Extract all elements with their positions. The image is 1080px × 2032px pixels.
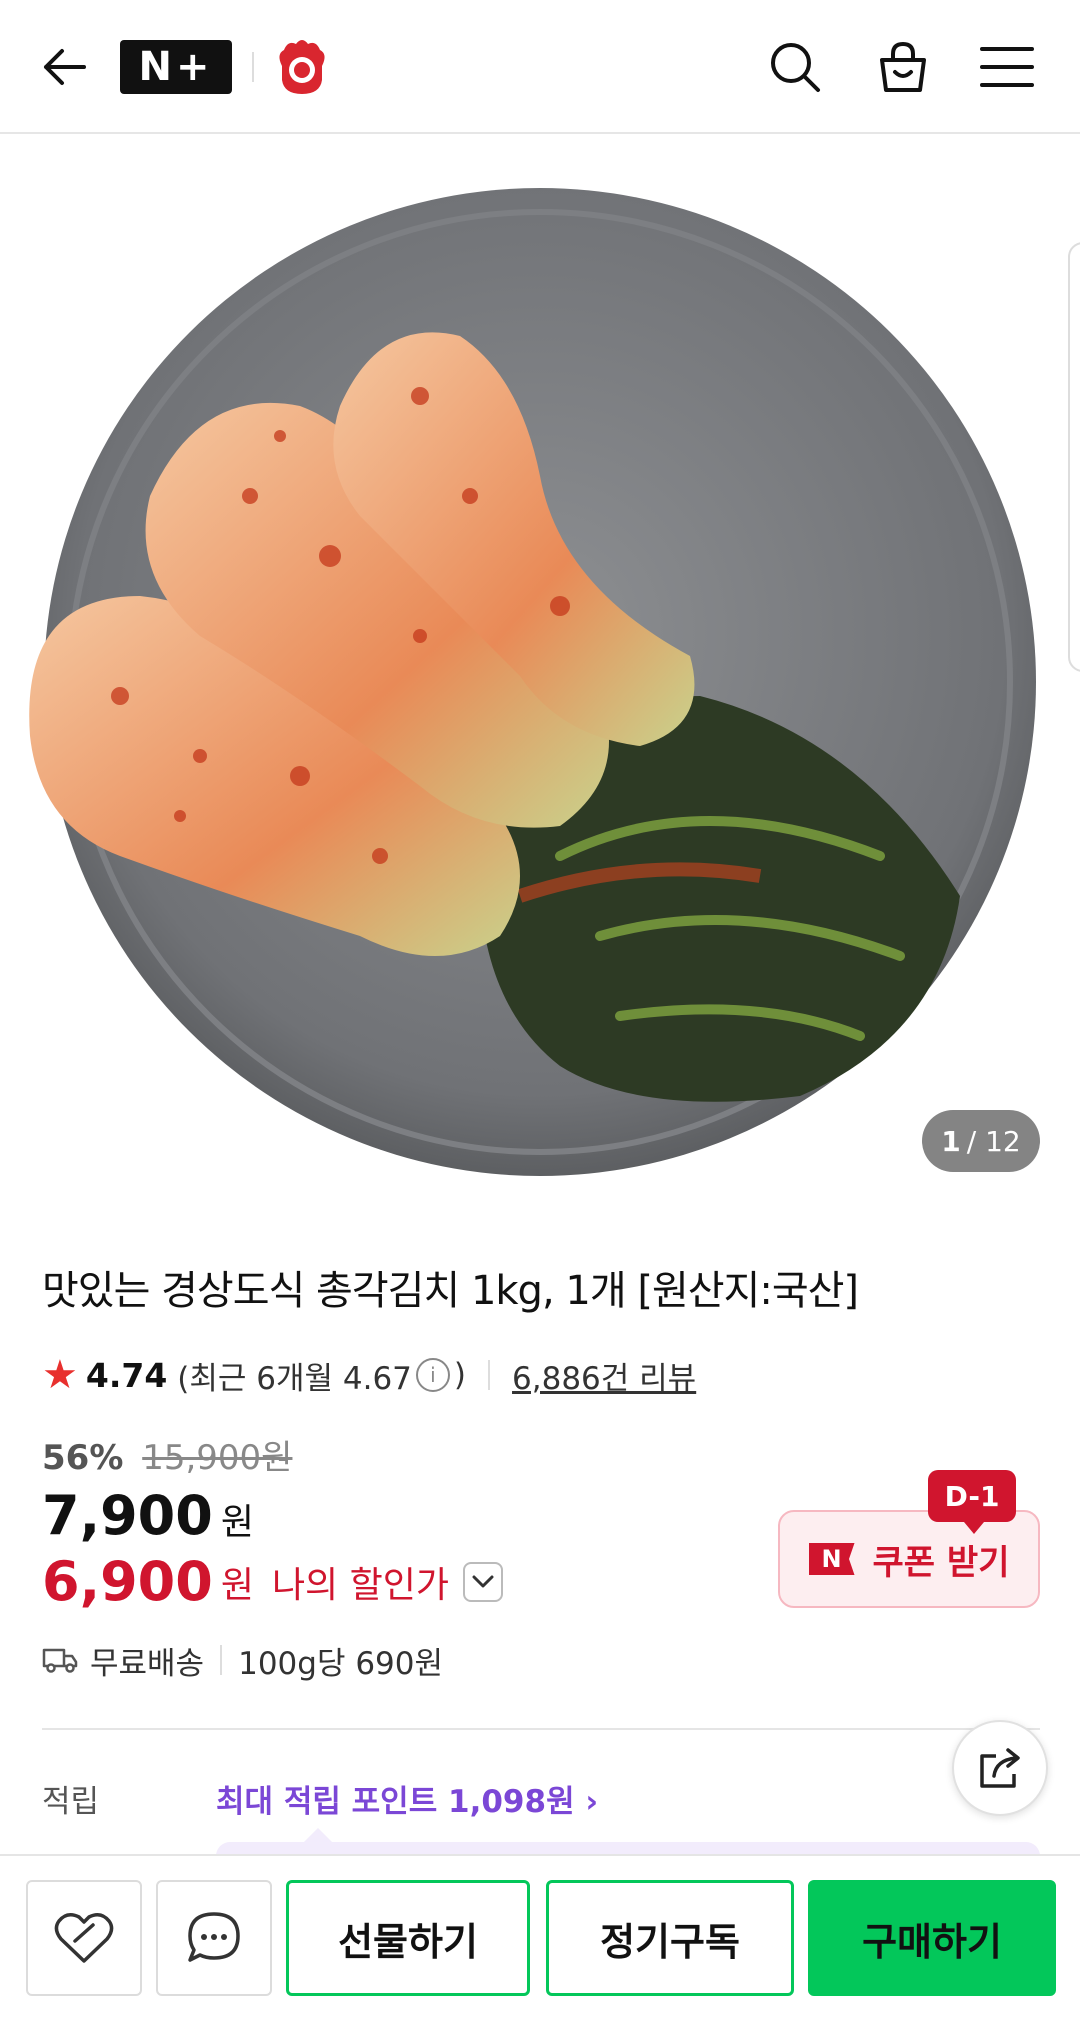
coupon-dday-badge: D-1 [928, 1470, 1016, 1534]
search-icon [771, 43, 820, 92]
menu-button[interactable] [976, 36, 1038, 98]
my-price-label: 나의 할인가 [271, 1564, 449, 1606]
product-image-gallery[interactable] [0, 136, 1080, 1186]
image-counter-total: / 12 [966, 1124, 1021, 1158]
info-icon[interactable]: i [415, 1358, 450, 1392]
coupon-label: 쿠폰 받기 [872, 1542, 1010, 1583]
product-photo [29, 188, 1036, 1176]
share-button[interactable] [952, 1720, 1048, 1816]
image-counter: 1 / 12 [922, 1110, 1040, 1172]
side-drawer-handle[interactable] [1068, 242, 1080, 672]
shipping-separator [220, 1645, 223, 1675]
back-button[interactable] [36, 36, 92, 98]
hamburger-menu-icon [980, 47, 1034, 87]
share-icon [980, 1748, 1020, 1788]
sale-price-unit: 원 [220, 1502, 254, 1543]
rating-separator [488, 1360, 491, 1390]
star-icon: ★ [42, 1352, 78, 1398]
header-divider [252, 52, 254, 82]
points-row: 적립 최대 적립 포인트 1,098원 › [42, 1776, 598, 1821]
chevron-down-icon[interactable] [462, 1561, 503, 1602]
unit-price: 100g당 690원 [238, 1645, 444, 1682]
top-header: N+ [0, 0, 1080, 134]
arrow-left-icon [44, 49, 86, 85]
gift-button[interactable]: 선물하기 [286, 1880, 530, 1996]
cart-button[interactable] [872, 36, 934, 98]
rating-score: 4.74 [85, 1355, 168, 1395]
chat-button[interactable] [156, 1880, 272, 1996]
my-price-row[interactable]: 6,900 원 나의 할인가 [42, 1550, 503, 1613]
discount-row: 56% 15,900원 [42, 1430, 292, 1479]
heart-outline-icon [54, 1913, 114, 1963]
discount-percent: 56% [42, 1438, 124, 1478]
shopping-bag-icon [880, 41, 926, 92]
product-title: 맛있는 경상도식 총각김치 1kg, 1개 [원산지:국산] [42, 1268, 859, 1314]
shipping-label: 무료배송 [90, 1645, 205, 1682]
sale-price: 7,900 [42, 1484, 213, 1547]
original-price: 15,900원 [142, 1438, 293, 1478]
recent-rating-close: ) [453, 1357, 467, 1393]
nplus-store-logo[interactable]: N+ [120, 40, 232, 94]
coupon-button[interactable]: N 쿠폰 받기 [778, 1510, 1040, 1608]
chat-bubble-icon [188, 1912, 240, 1962]
brand-emblem-icon[interactable] [274, 36, 330, 98]
bottom-action-bar: 선물하기 정기구독 구매하기 [0, 1854, 1080, 2032]
naver-n-icon: N [808, 1543, 855, 1575]
logo-text: N+ [138, 44, 214, 90]
section-divider [42, 1728, 1040, 1730]
my-price-unit: 원 [220, 1564, 254, 1606]
review-count-link[interactable]: 6,886건 리뷰 [512, 1353, 696, 1398]
shipping-row: 무료배송 100g당 690원 [42, 1638, 443, 1682]
sale-price-row: 7,900 원 [42, 1484, 254, 1547]
truck-icon [42, 1646, 78, 1674]
wishlist-button[interactable] [26, 1880, 142, 1996]
points-link[interactable]: 최대 적립 포인트 1,098원 › [216, 1776, 598, 1821]
rating-row: ★ 4.74 (최근 6개월 4.67 i ) 6,886건 리뷰 [42, 1350, 696, 1400]
buy-button[interactable]: 구매하기 [808, 1880, 1056, 1996]
search-button[interactable] [764, 36, 826, 98]
image-counter-current: 1 [941, 1124, 961, 1158]
my-price: 6,900 [42, 1550, 213, 1613]
points-label: 적립 [42, 1784, 100, 1820]
subscribe-button[interactable]: 정기구독 [546, 1880, 794, 1996]
recent-rating-text: (최근 6개월 4.67 [177, 1360, 412, 1397]
